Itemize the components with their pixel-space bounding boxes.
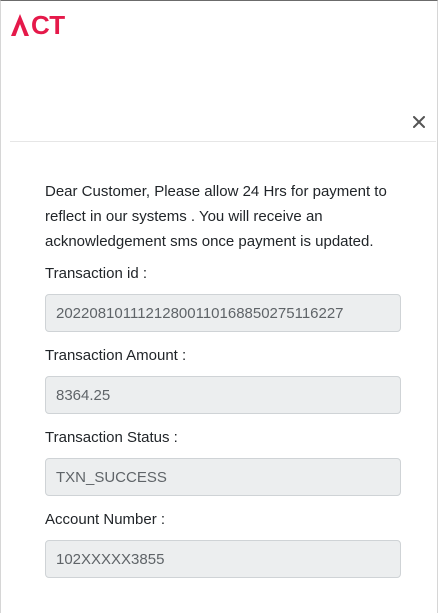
transaction-status-field: TXN_SUCCESS (45, 458, 401, 496)
transaction-status-label: Transaction Status : (45, 429, 178, 446)
transaction-id-label: Transaction id : (45, 265, 147, 282)
transaction-id-field: 20220810111212800110168850275116227 (45, 294, 401, 332)
close-button[interactable] (408, 111, 430, 133)
act-logo: CT (10, 12, 65, 38)
close-icon (413, 116, 425, 128)
payment-message: Dear Customer, Please allow 24 Hrs for p… (45, 183, 387, 250)
account-number-label: Account Number : (45, 511, 166, 528)
transaction-amount-field: 8364.25 (45, 376, 401, 414)
logo-text: CT (31, 10, 65, 40)
account-number-field: 102XXXXX3855 (45, 540, 401, 578)
header-divider (10, 141, 436, 142)
transaction-amount-label: Transaction Amount : (45, 347, 187, 364)
logo-a-mark (11, 14, 29, 36)
